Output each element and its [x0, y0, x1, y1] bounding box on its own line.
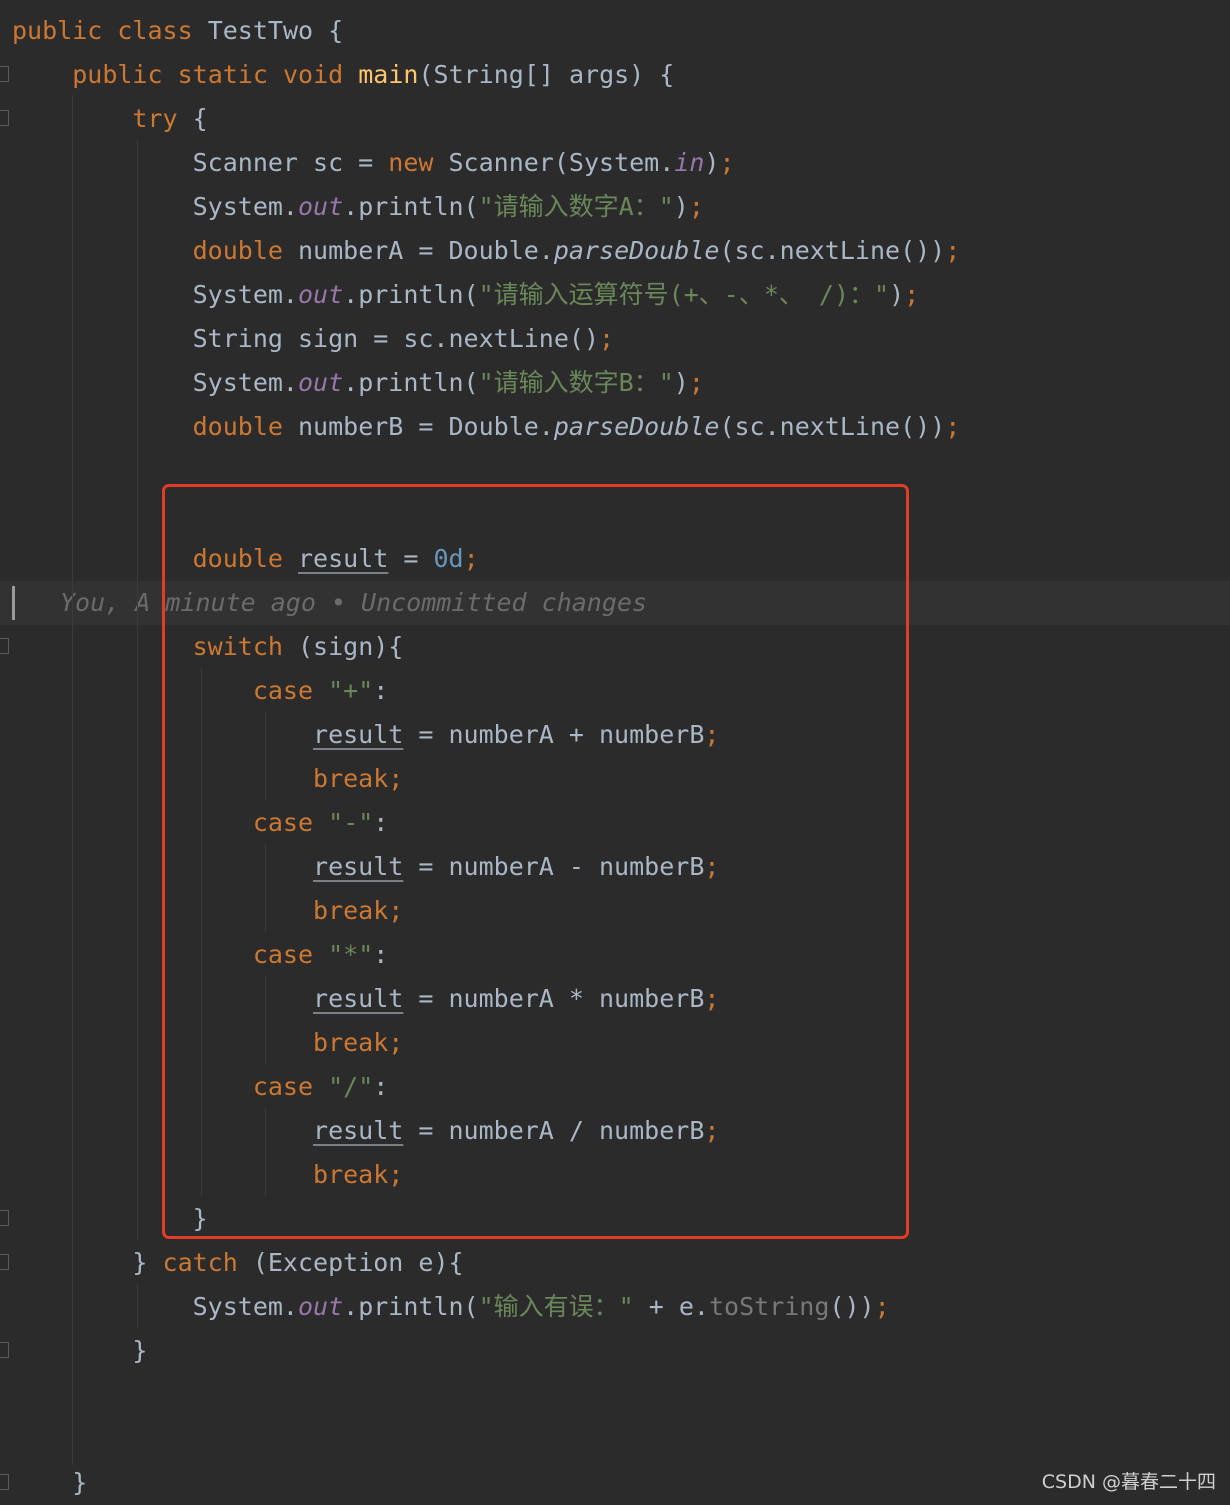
code-line[interactable]: Scanner sc = new Scanner(System.in); — [12, 141, 735, 185]
fold-marker-icon[interactable] — [0, 1210, 9, 1226]
code-line[interactable]: String sign = sc.nextLine(); — [12, 317, 614, 361]
fold-marker-icon[interactable] — [0, 1474, 9, 1490]
code-line[interactable]: System.out.println("请输入数字B："); — [12, 361, 704, 405]
code-line[interactable]: double numberB = Double.parseDouble(sc.n… — [12, 405, 961, 449]
fold-marker-icon[interactable] — [0, 1342, 9, 1358]
code-line[interactable]: System.out.println("输入有误：" + e.toString(… — [12, 1285, 890, 1329]
caret-bar — [12, 586, 15, 620]
fold-marker-icon[interactable] — [0, 1254, 9, 1270]
fold-marker-icon[interactable] — [0, 66, 9, 82]
fold-marker-icon[interactable] — [0, 638, 9, 654]
code-line[interactable]: System.out.println("请输入数字A："); — [12, 185, 704, 229]
code-line[interactable]: } — [12, 1461, 87, 1505]
code-line[interactable]: public class TestTwo { — [12, 9, 343, 53]
code-line[interactable]: public static void main(String[] args) { — [12, 53, 674, 97]
code-line[interactable]: try { — [12, 97, 207, 141]
code-line[interactable]: } catch (Exception e){ — [12, 1241, 463, 1285]
code-line[interactable]: } — [12, 1329, 147, 1373]
watermark: CSDN @暮春二十四 — [1041, 1471, 1216, 1493]
code-editor[interactable]: You, A minute ago • Uncommitted changes … — [0, 0, 1230, 1500]
code-line[interactable]: System.out.println("请输入运算符号(+、-、*、 /)：")… — [12, 273, 920, 317]
highlight-box — [162, 484, 909, 1239]
code-line[interactable]: double numberA = Double.parseDouble(sc.n… — [12, 229, 961, 273]
fold-marker-icon[interactable] — [0, 110, 9, 126]
